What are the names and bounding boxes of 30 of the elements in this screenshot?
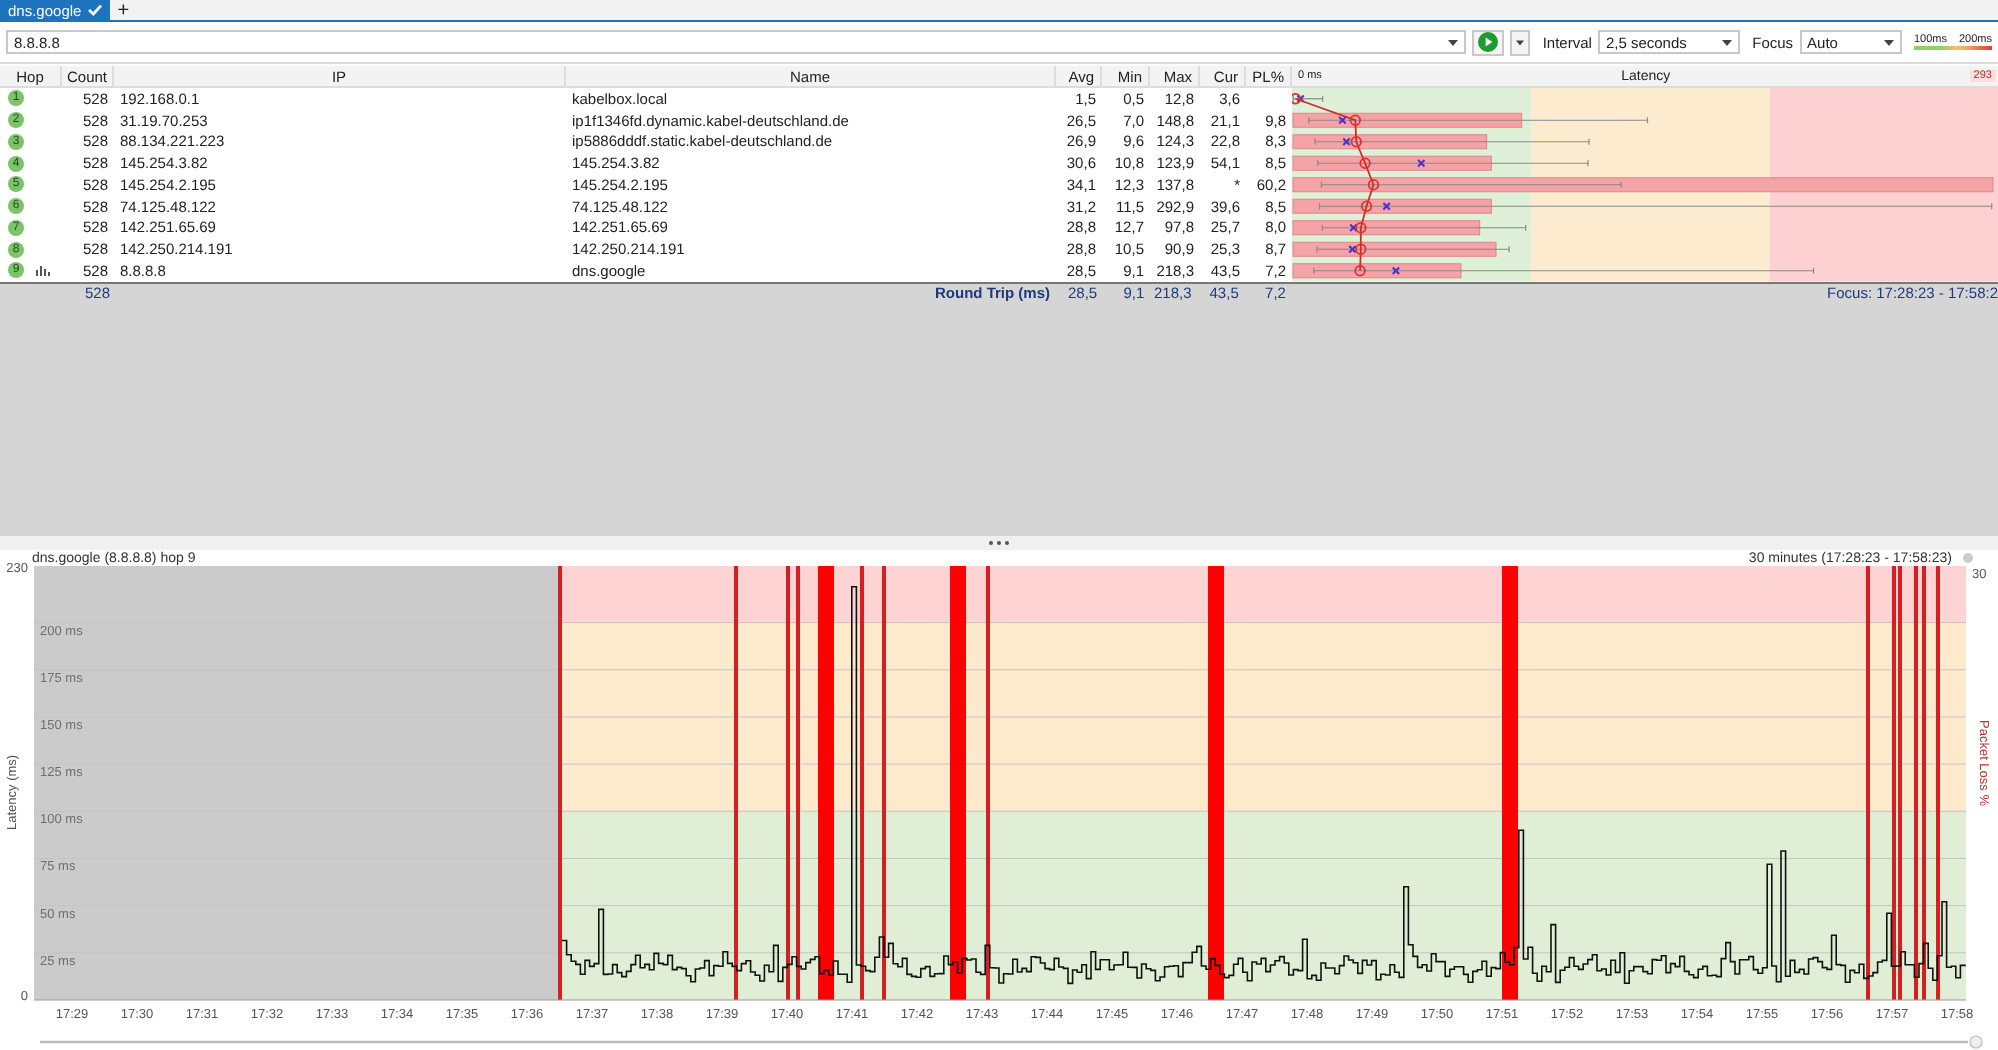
average-latency-marker: [1367, 179, 1380, 191]
average-latency-marker: [1349, 114, 1361, 126]
play-icon: [1478, 32, 1499, 52]
scrollbar-handle[interactable]: [1969, 1035, 1983, 1049]
current-latency-marker: [1348, 245, 1357, 254]
new-tab-button[interactable]: +: [109, 0, 138, 20]
current-latency-marker: [1382, 202, 1391, 211]
average-latency-marker: [1359, 157, 1371, 169]
start-button[interactable]: [1472, 29, 1505, 55]
min-max-whisker: [1292, 95, 1324, 103]
current-latency-marker: [1391, 266, 1401, 275]
average-latency-marker: [1350, 136, 1362, 148]
current-latency-marker: [1342, 137, 1351, 146]
caret-icon: [1722, 39, 1733, 45]
current-latency-marker: [1338, 116, 1347, 125]
check-icon: [87, 4, 102, 16]
caret-icon: [1883, 39, 1894, 45]
splitter-grip-icon[interactable]: [988, 540, 1010, 546]
current-latency-marker: [1417, 159, 1426, 168]
average-latency-marker: [1360, 200, 1373, 212]
average-latency-marker: [1354, 265, 1366, 277]
average-latency-marker: [1355, 222, 1367, 234]
start-options-button[interactable]: [1510, 29, 1531, 55]
caret-icon: [1516, 39, 1525, 45]
current-latency-marker: [1349, 223, 1358, 232]
caret-icon: [1448, 39, 1459, 45]
current-latency-marker: [1296, 94, 1305, 103]
scrollbar-track[interactable]: [40, 1040, 1968, 1044]
average-latency-marker: [1292, 93, 1302, 105]
average-latency-marker: [1355, 243, 1367, 255]
